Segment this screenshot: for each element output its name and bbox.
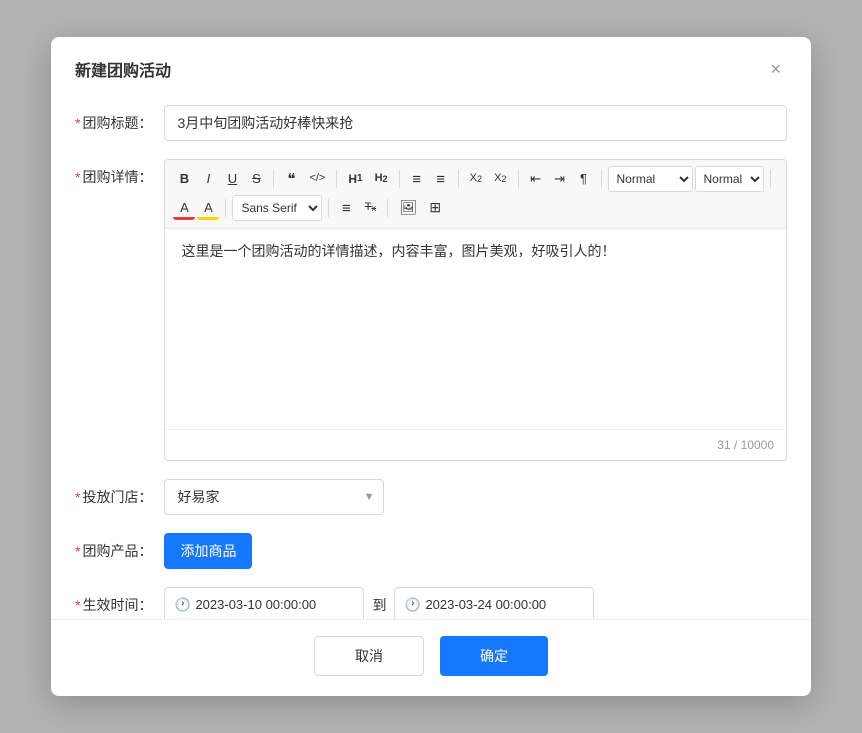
time-label: *生效时间： bbox=[75, 587, 164, 615]
subscript-button[interactable]: X2 bbox=[465, 168, 487, 189]
dialog-body: *团购标题： *团购详情： B I U S ❝ bbox=[51, 97, 811, 620]
dialog-footer: 取消 确定 bbox=[51, 619, 811, 696]
store-label: *投放门店： bbox=[75, 479, 164, 507]
italic-button[interactable]: I bbox=[197, 167, 219, 191]
store-required-star: * bbox=[75, 489, 80, 505]
separator-1 bbox=[273, 170, 274, 188]
editor-content[interactable]: 这里是一个团购活动的详情描述，内容丰富，图片美观，好吸引人的！ bbox=[165, 229, 786, 429]
time-row: *生效时间： 🕐 到 🕐 bbox=[75, 587, 787, 620]
detail-control-wrap: B I U S ❝ </> H1 H2 ≡ ≡ X2 bbox=[164, 159, 787, 461]
insert-table-button[interactable]: ⊞ bbox=[424, 195, 446, 221]
datetime-to-label: 到 bbox=[372, 595, 386, 615]
editor-text: 这里是一个团购活动的详情描述，内容丰富，图片美观，好吸引人的！ bbox=[181, 243, 615, 259]
add-product-button[interactable]: 添加商品 bbox=[164, 533, 252, 569]
separator-3 bbox=[399, 170, 400, 188]
title-label: *团购标题： bbox=[75, 105, 164, 133]
separator-10 bbox=[387, 199, 388, 217]
unordered-list-button[interactable]: ≡ bbox=[430, 166, 452, 193]
product-required-star: * bbox=[75, 543, 80, 559]
quote-button[interactable]: ❝ bbox=[280, 166, 302, 193]
dialog-title: 新建团购活动 bbox=[75, 57, 171, 81]
end-datetime-input[interactable] bbox=[394, 587, 594, 620]
datetime-range: 🕐 到 🕐 bbox=[164, 587, 787, 620]
end-datetime-wrap: 🕐 bbox=[394, 587, 594, 620]
font-color-button[interactable]: A bbox=[173, 196, 195, 220]
pilcrow-button[interactable]: ¶ bbox=[573, 167, 595, 191]
close-button[interactable]: × bbox=[764, 58, 787, 80]
separator-4 bbox=[458, 170, 459, 188]
start-datetime-input[interactable] bbox=[164, 587, 364, 620]
insert-image-button[interactable]: 🖼 bbox=[394, 195, 422, 221]
separator-6 bbox=[601, 170, 602, 188]
time-required-star: * bbox=[75, 597, 80, 613]
bold-button[interactable]: B bbox=[173, 167, 195, 191]
title-control-wrap bbox=[164, 105, 787, 141]
title-required-star: * bbox=[75, 115, 80, 131]
store-row: *投放门店： 好易家 ▼ bbox=[75, 479, 787, 515]
separator-7 bbox=[770, 170, 771, 188]
editor-char-count: 31 / 10000 bbox=[165, 429, 786, 460]
superscript-button[interactable]: X2 bbox=[489, 168, 511, 189]
store-control-wrap: 好易家 ▼ bbox=[164, 479, 787, 515]
editor-toolbar: B I U S ❝ </> H1 H2 ≡ ≡ X2 bbox=[165, 160, 786, 229]
title-row: *团购标题： bbox=[75, 105, 787, 141]
outdent-button[interactable]: ⇥ bbox=[549, 167, 571, 191]
font-size-select-2[interactable]: Normal Small Large bbox=[695, 166, 764, 192]
h1-button[interactable]: H1 bbox=[343, 168, 367, 191]
product-control-wrap: 添加商品 bbox=[164, 533, 787, 569]
rich-text-editor: B I U S ❝ </> H1 H2 ≡ ≡ X2 bbox=[164, 159, 787, 461]
code-button[interactable]: </> bbox=[304, 168, 330, 189]
product-label: *团购产品： bbox=[75, 533, 164, 561]
new-group-buy-dialog: 新建团购活动 × *团购标题： *团购详情： B I U bbox=[51, 37, 811, 697]
store-select[interactable]: 好易家 bbox=[164, 479, 384, 515]
font-highlight-button[interactable]: A bbox=[197, 196, 219, 220]
start-datetime-wrap: 🕐 bbox=[164, 587, 364, 620]
confirm-button[interactable]: 确定 bbox=[440, 636, 548, 676]
indent-button[interactable]: ⇤ bbox=[525, 167, 547, 191]
time-control-wrap: 🕐 到 🕐 bbox=[164, 587, 787, 620]
cancel-button[interactable]: 取消 bbox=[314, 636, 424, 676]
separator-8 bbox=[225, 199, 226, 217]
font-size-select-1[interactable]: Normal Heading 1 Heading 2 bbox=[608, 166, 693, 192]
detail-row: *团购详情： B I U S ❝ </> H1 H2 bbox=[75, 159, 787, 461]
separator-2 bbox=[336, 170, 337, 188]
product-row: *团购产品： 添加商品 bbox=[75, 533, 787, 569]
detail-required-star: * bbox=[75, 169, 80, 185]
align-center-button[interactable]: ≡ bbox=[335, 195, 357, 222]
store-select-wrap: 好易家 ▼ bbox=[164, 479, 384, 515]
underline-button[interactable]: U bbox=[221, 167, 243, 191]
strikethrough-button[interactable]: S bbox=[245, 167, 267, 191]
detail-label: *团购详情： bbox=[75, 159, 164, 187]
h2-button[interactable]: H2 bbox=[370, 168, 393, 189]
title-input[interactable] bbox=[164, 105, 787, 141]
separator-9 bbox=[328, 199, 329, 217]
clear-format-button[interactable]: Tx bbox=[359, 197, 381, 218]
font-family-select[interactable]: Sans Serif Serif Monospace bbox=[232, 195, 322, 221]
separator-5 bbox=[518, 170, 519, 188]
dialog-header: 新建团购活动 × bbox=[51, 37, 811, 97]
ordered-list-button[interactable]: ≡ bbox=[406, 166, 428, 193]
